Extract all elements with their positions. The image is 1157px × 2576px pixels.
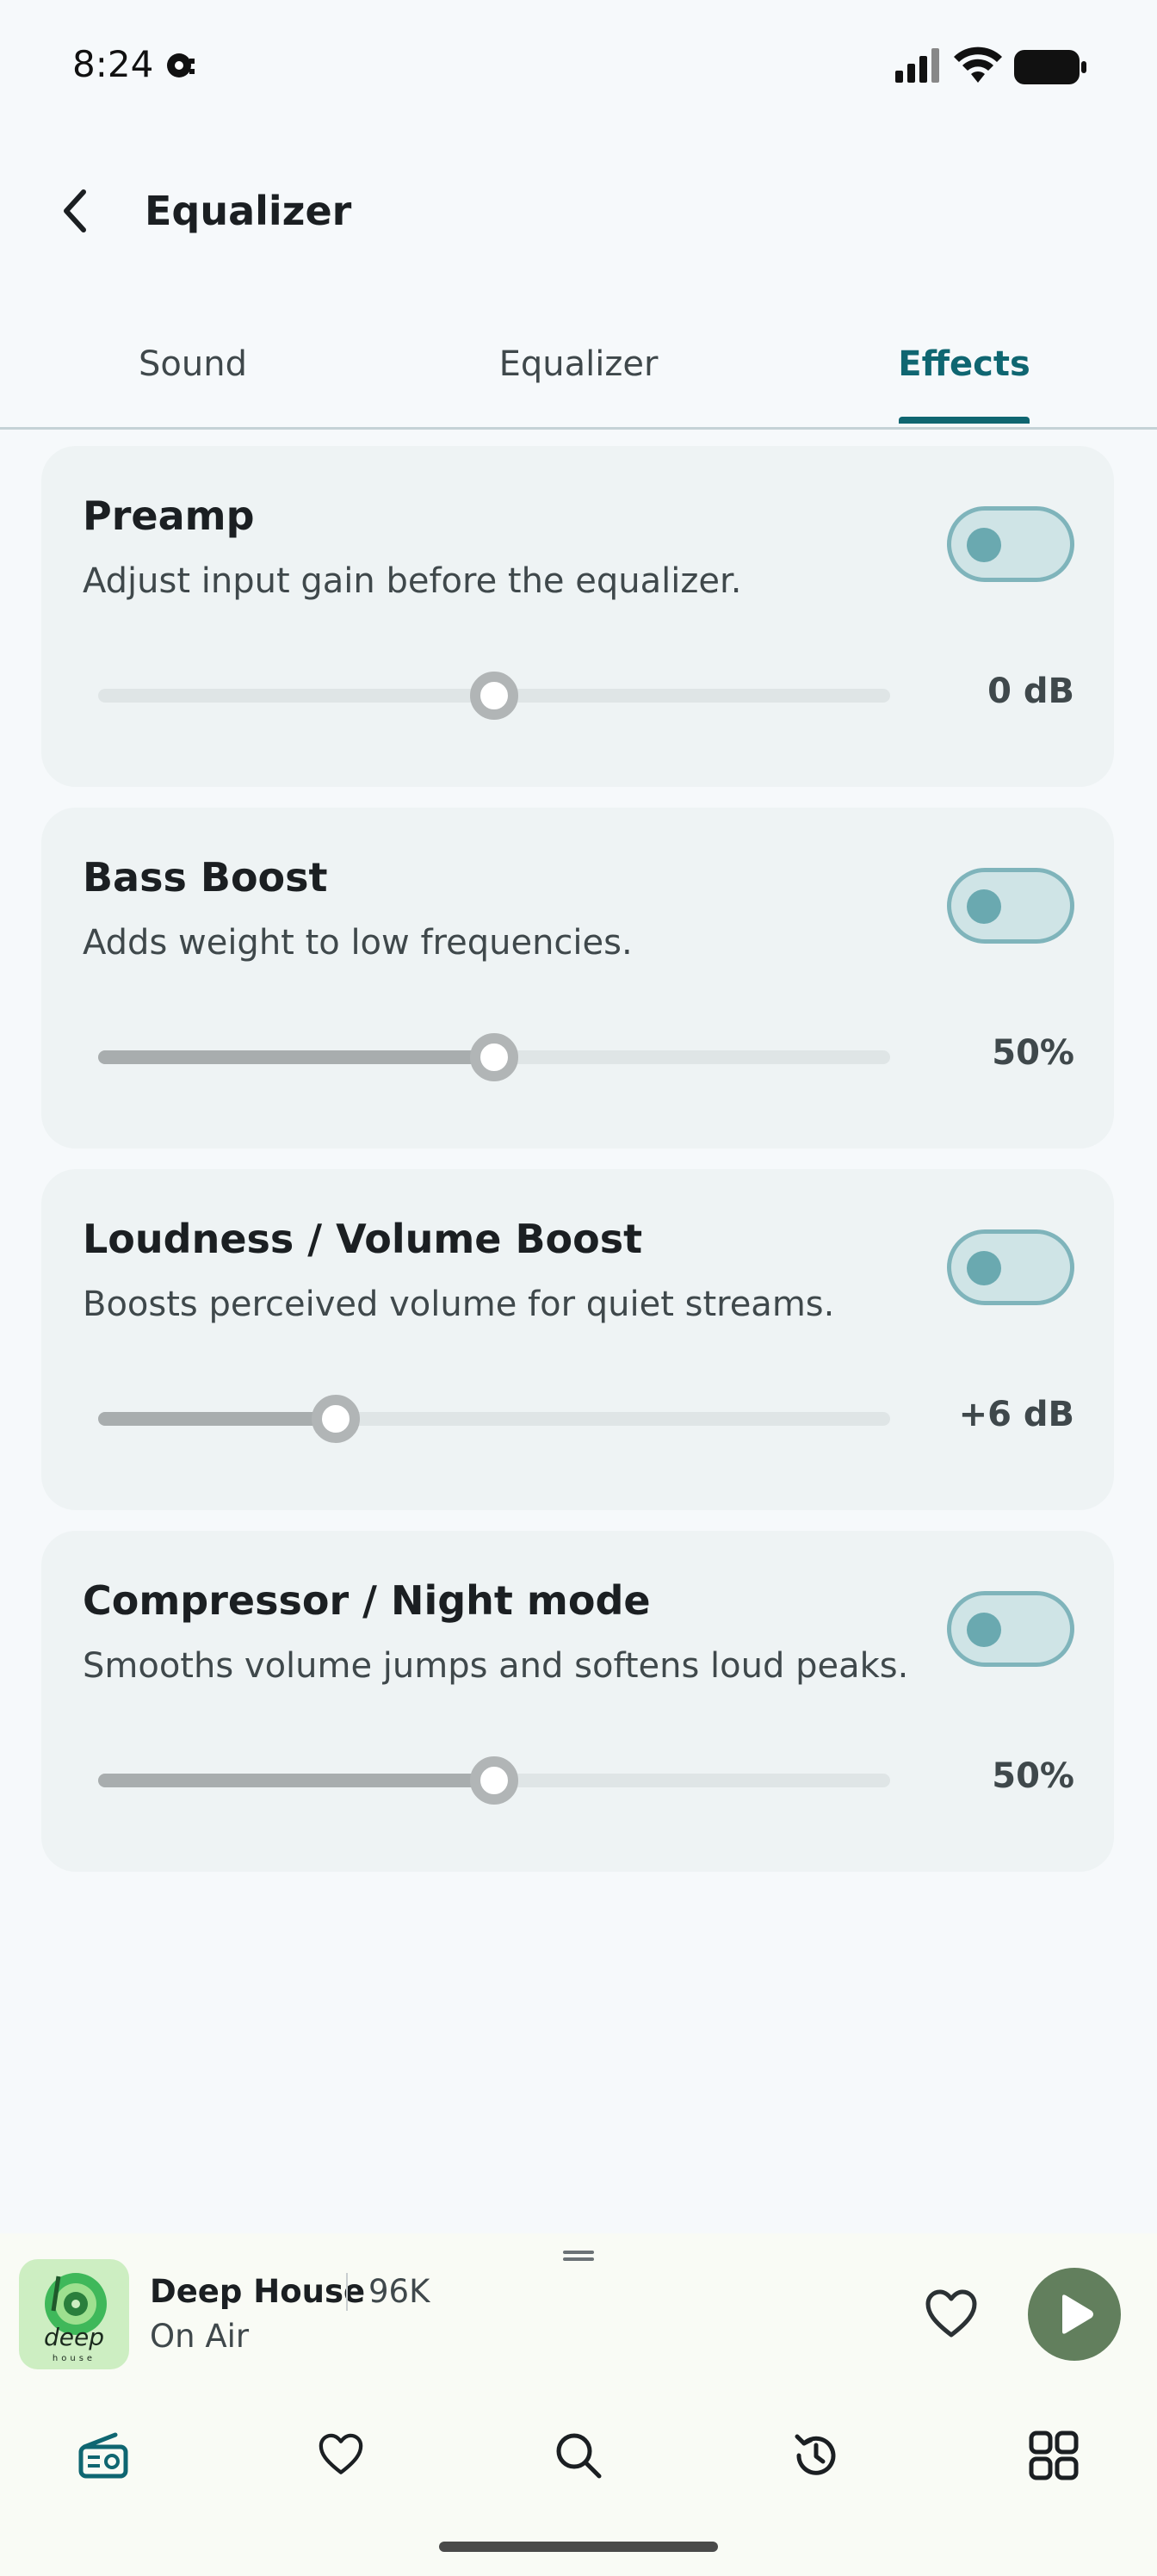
heart-icon: [925, 2289, 977, 2338]
grid-icon: [1029, 2430, 1079, 2480]
effect-card-bass-boost: Bass Boost Adds weight to low frequencie…: [41, 808, 1114, 1149]
loudness-toggle[interactable]: [947, 1229, 1074, 1305]
slider-fill: [98, 1050, 494, 1064]
loudness-slider[interactable]: [98, 1395, 890, 1443]
history-icon: [795, 2434, 836, 2475]
play-button[interactable]: [1028, 2268, 1121, 2361]
chevron-left-icon: [64, 189, 86, 232]
slider-fill: [98, 1774, 494, 1787]
svg-text:house: house: [53, 2354, 96, 2363]
toggle-knob: [967, 528, 1001, 562]
bottom-navigation: [0, 2387, 1157, 2576]
status-time: 8:24: [72, 43, 154, 85]
tab-equalizer[interactable]: Equalizer: [386, 344, 771, 384]
listener-count: 96K: [368, 2273, 430, 2310]
effect-title: Loudness / Volume Boost: [83, 1216, 643, 1262]
home-indicator[interactable]: [439, 2542, 718, 2552]
bass-boost-slider[interactable]: [98, 1033, 890, 1081]
radio-icon: [78, 2432, 128, 2479]
svg-text:deep: deep: [44, 2323, 104, 2351]
nav-history[interactable]: [782, 2421, 851, 2490]
preamp-toggle[interactable]: [947, 506, 1074, 582]
tab-bar: Sound Equalizer Effects: [0, 327, 1157, 430]
station-name: Deep House: [150, 2273, 366, 2310]
bass-boost-toggle[interactable]: [947, 868, 1074, 944]
effect-description: Boosts perceived volume for quiet stream…: [83, 1285, 835, 1324]
slider-thumb[interactable]: [470, 1033, 518, 1081]
mini-player[interactable]: deep house Deep House 96K On Air: [0, 2233, 1157, 2387]
station-status: On Air: [150, 2318, 250, 2355]
effect-card-compressor: Compressor / Night mode Smooths volume j…: [41, 1531, 1114, 1872]
wifi-icon: [954, 46, 1002, 83]
effect-description: Smooths volume jumps and softens loud pe…: [83, 1646, 909, 1686]
nav-favorites[interactable]: [306, 2421, 375, 2490]
back-button[interactable]: [48, 181, 100, 241]
tab-effects[interactable]: Effects: [771, 344, 1157, 384]
compressor-slider[interactable]: [98, 1756, 890, 1805]
effect-value: 0 dB: [987, 672, 1074, 711]
effect-card-preamp: Preamp Adjust input gain before the equa…: [41, 446, 1114, 787]
compressor-toggle[interactable]: [947, 1591, 1074, 1667]
effect-value: 50%: [992, 1756, 1074, 1796]
effect-title: Preamp: [83, 492, 255, 539]
preamp-slider[interactable]: [98, 672, 890, 720]
tab-sound[interactable]: Sound: [0, 344, 386, 384]
status-bar: 8:24: [0, 0, 1157, 129]
effect-title: Compressor / Night mode: [83, 1577, 651, 1624]
favorite-button[interactable]: [921, 2285, 981, 2345]
station-logo: deep house: [44, 2273, 107, 2363]
effect-description: Adjust input gain before the equalizer.: [83, 561, 742, 601]
nav-radio[interactable]: [69, 2421, 138, 2490]
station-artwork: deep house: [19, 2259, 129, 2369]
effect-description: Adds weight to low frequencies.: [83, 923, 633, 963]
slider-fill: [98, 1412, 336, 1426]
search-icon: [556, 2433, 602, 2479]
nav-search[interactable]: [544, 2421, 613, 2490]
divider: [346, 2273, 348, 2311]
effect-value: 50%: [992, 1033, 1074, 1073]
toggle-knob: [967, 889, 1001, 924]
cellular-signal-icon: [895, 48, 939, 83]
play-icon: [1062, 2294, 1093, 2334]
app-bar: Equalizer: [0, 155, 1157, 267]
slider-thumb[interactable]: [470, 1756, 518, 1805]
active-tab-indicator: [899, 417, 1030, 424]
page-title: Equalizer: [145, 188, 352, 234]
effect-title: Bass Boost: [83, 854, 328, 901]
slider-thumb[interactable]: [470, 672, 518, 720]
drag-handle-icon[interactable]: [563, 2249, 594, 2263]
battery-icon: [1014, 50, 1086, 84]
heart-icon: [319, 2433, 363, 2474]
toggle-knob: [967, 1251, 1001, 1285]
podcast-notification-icon: [167, 53, 195, 77]
toggle-knob: [967, 1613, 1001, 1647]
effect-card-loudness: Loudness / Volume Boost Boosts perceived…: [41, 1169, 1114, 1510]
slider-thumb[interactable]: [312, 1395, 360, 1443]
nav-more[interactable]: [1019, 2421, 1088, 2490]
effect-value: +6 dB: [958, 1395, 1074, 1434]
